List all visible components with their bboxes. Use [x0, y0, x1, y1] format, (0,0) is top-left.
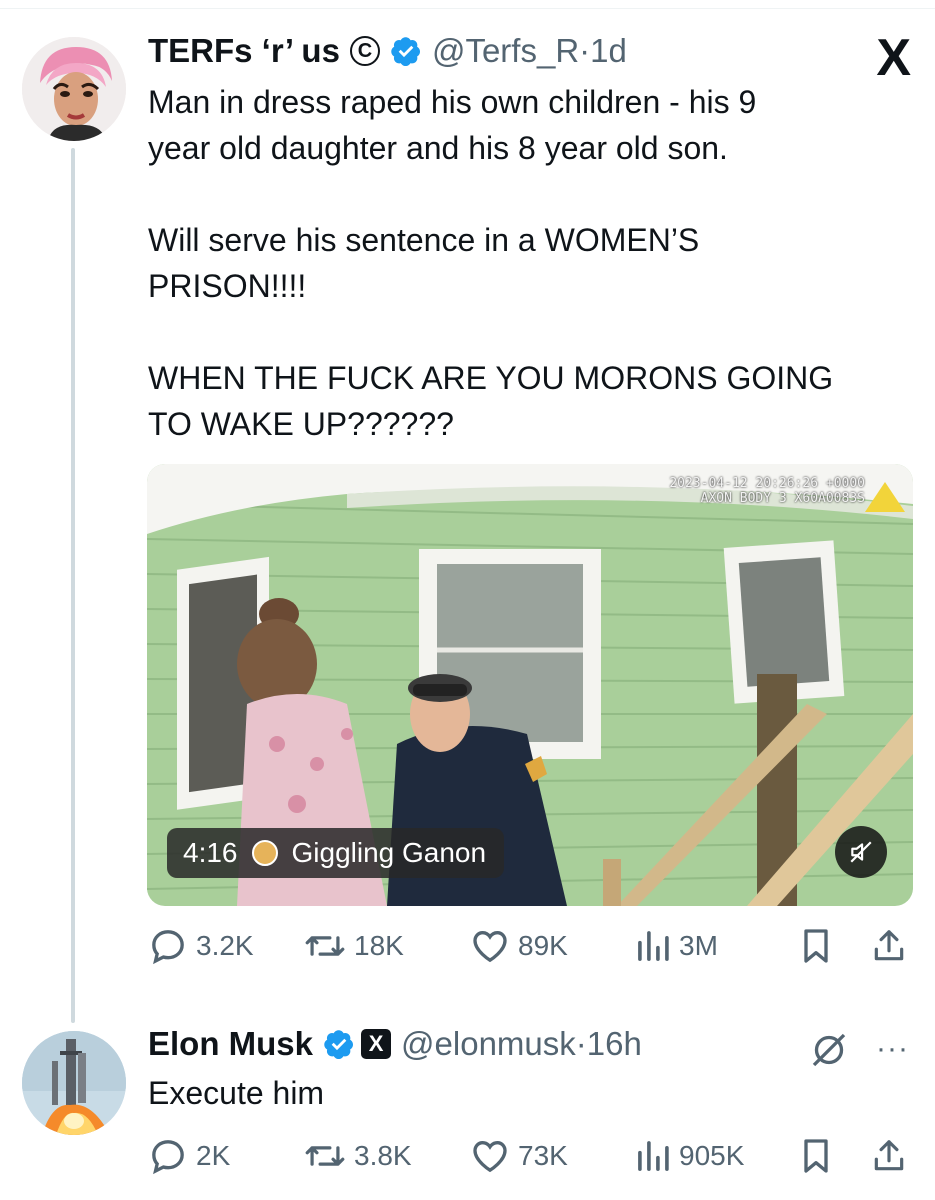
reply-count: 3.2K [196, 930, 254, 961]
share-button[interactable] [870, 924, 908, 968]
repost-count: 3.8K [354, 1140, 412, 1171]
affiliate-x-badge-icon: X [361, 1029, 392, 1059]
heart-icon [473, 930, 507, 963]
mute-button[interactable] [835, 826, 887, 878]
video-source[interactable]: Giggling Ganon [292, 837, 487, 869]
tweet-text: Man in dress raped his own children - hi… [148, 79, 908, 447]
reply-text: Execute him [148, 1075, 325, 1111]
views-icon [638, 931, 669, 961]
like-count: 89K [518, 930, 568, 961]
tweet-action-bar: 3.2K 18K 89K 3M [148, 924, 913, 968]
speaker-muted-icon [850, 841, 872, 863]
repost-icon [305, 1146, 345, 1166]
top-divider [0, 8, 935, 9]
avatar[interactable] [22, 1031, 126, 1135]
reply-action-bar: 2K 3.8K 73K 905K [148, 1134, 913, 1178]
heart-icon [473, 1140, 507, 1173]
reply-count: 2K [196, 1140, 231, 1171]
views-button[interactable]: 905K [635, 1134, 744, 1178]
x-logo-icon: X [876, 29, 911, 87]
verified-badge-icon [324, 1030, 354, 1060]
reply-button[interactable]: 3.2K [148, 924, 254, 968]
views-count: 905K [679, 1140, 745, 1171]
share-icon [874, 930, 904, 961]
share-icon [874, 1140, 904, 1171]
bodycam-stamp-line: AXON BODY 3 X60A0083S [700, 491, 865, 506]
bookmark-icon [804, 929, 828, 963]
separator: · [575, 1025, 587, 1062]
handle[interactable]: @Terfs_R [432, 31, 579, 71]
more-options-button[interactable]: ··· [876, 1032, 909, 1066]
avatar[interactable] [22, 37, 126, 141]
video-player[interactable]: 2023-04-12 20:26:26 +0000 AXON BODY 3 X6… [147, 464, 913, 906]
repost-button[interactable]: 18K [304, 924, 404, 968]
tweet-text-line: Will serve his sentence in a WOMEN’S [148, 222, 700, 258]
reply-icon [152, 930, 184, 965]
display-name[interactable]: Elon Musk [148, 1024, 313, 1064]
views-icon [638, 1141, 669, 1171]
video-duration: 4:16 [183, 837, 238, 868]
display-name[interactable]: TERFs ‘r’ us [148, 31, 340, 71]
grok-icon [812, 1033, 846, 1067]
like-button[interactable]: 89K [470, 924, 568, 968]
verified-badge-icon [391, 37, 420, 67]
reply-header: Elon Musk X @elonmusk · 16h [148, 1024, 642, 1064]
copyright-icon: C [349, 36, 380, 66]
tweet-text-line: year old daughter and his 8 year old son… [148, 130, 728, 166]
like-count: 73K [518, 1140, 568, 1171]
share-button[interactable] [870, 1134, 908, 1178]
views-count: 3M [679, 930, 718, 961]
grok-button[interactable] [809, 1030, 849, 1075]
like-button[interactable]: 73K [470, 1134, 568, 1178]
reply-button[interactable]: 2K [148, 1134, 230, 1178]
timestamp[interactable]: 1d [590, 31, 627, 71]
tweet-text-line: TO WAKE UP?????? [148, 406, 454, 442]
reply-icon [152, 1140, 184, 1175]
tweet-header: TERFs ‘r’ us C @Terfs_R · 1d [148, 31, 627, 71]
video-info-overlay: 4:16 Giggling Ganon [167, 828, 505, 878]
bookmark-icon [804, 1139, 828, 1173]
tweet-text-line: Man in dress raped his own children - hi… [148, 84, 757, 120]
bodycam-stamp-line: 2023-04-12 20:26:26 +0000 [669, 476, 865, 491]
bookmark-button[interactable] [799, 1134, 833, 1178]
separator: · [579, 32, 591, 69]
bodycam-timestamp: 2023-04-12 20:26:26 +0000 AXON BODY 3 X6… [669, 476, 865, 506]
thread-connector-line [71, 148, 75, 1023]
repost-button[interactable]: 3.8K [304, 1134, 412, 1178]
tweet-text-line: WHEN THE FUCK ARE YOU MORONS GOING [148, 360, 834, 396]
timestamp[interactable]: 16h [587, 1024, 642, 1064]
source-avatar-icon [251, 840, 278, 866]
repost-icon [305, 936, 345, 956]
views-button[interactable]: 3M [635, 924, 718, 968]
handle[interactable]: @elonmusk [401, 1024, 576, 1064]
repost-count: 18K [354, 930, 404, 961]
tweet-text-line: PRISON!!!! [148, 268, 307, 304]
bookmark-button[interactable] [799, 924, 833, 968]
